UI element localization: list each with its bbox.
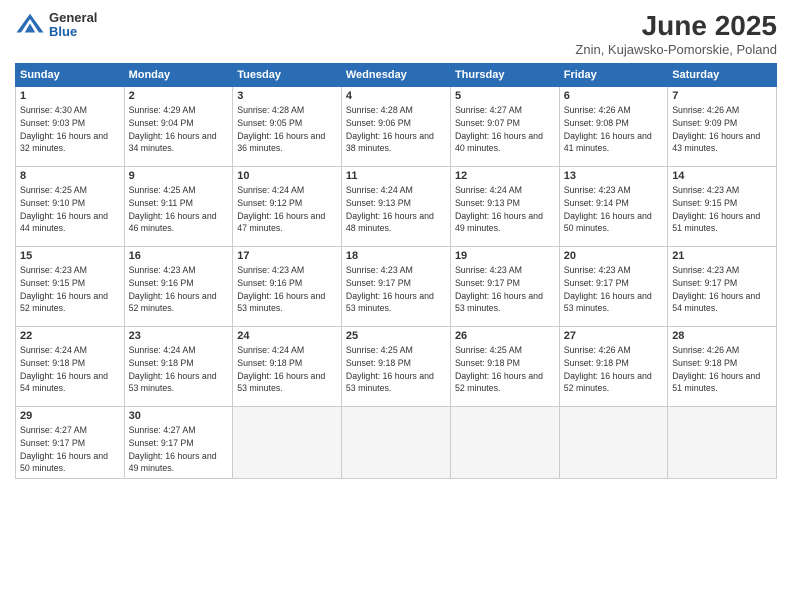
day-20: 20 Sunrise: 4:23 AMSunset: 9:17 PMDaylig…: [559, 247, 667, 327]
day-4: 4 Sunrise: 4:28 AMSunset: 9:06 PMDayligh…: [341, 87, 450, 167]
day-17: 17 Sunrise: 4:23 AMSunset: 9:16 PMDaylig…: [233, 247, 342, 327]
day-29: 29 Sunrise: 4:27 AMSunset: 9:17 PMDaylig…: [16, 407, 125, 479]
day-22: 22 Sunrise: 4:24 AMSunset: 9:18 PMDaylig…: [16, 327, 125, 407]
day-7: 7 Sunrise: 4:26 AMSunset: 9:09 PMDayligh…: [668, 87, 777, 167]
day-25: 25 Sunrise: 4:25 AMSunset: 9:18 PMDaylig…: [341, 327, 450, 407]
empty-cell-3: [450, 407, 559, 479]
header-thursday: Thursday: [450, 64, 559, 87]
day-9: 9 Sunrise: 4:25 AMSunset: 9:11 PMDayligh…: [124, 167, 233, 247]
empty-cell-2: [341, 407, 450, 479]
empty-cell-1: [233, 407, 342, 479]
header-friday: Friday: [559, 64, 667, 87]
day-12: 12 Sunrise: 4:24 AMSunset: 9:13 PMDaylig…: [450, 167, 559, 247]
empty-cell-4: [559, 407, 667, 479]
day-19: 19 Sunrise: 4:23 AMSunset: 9:17 PMDaylig…: [450, 247, 559, 327]
day-21: 21 Sunrise: 4:23 AMSunset: 9:17 PMDaylig…: [668, 247, 777, 327]
logo-text: General Blue: [49, 11, 97, 40]
week-row-3: 15 Sunrise: 4:23 AMSunset: 9:15 PMDaylig…: [16, 247, 777, 327]
calendar-page: General Blue June 2025 Znin, Kujawsko-Po…: [0, 0, 792, 612]
logo: General Blue: [15, 10, 97, 40]
calendar-table: Sunday Monday Tuesday Wednesday Thursday…: [15, 63, 777, 479]
logo-general: General: [49, 11, 97, 25]
header-wednesday: Wednesday: [341, 64, 450, 87]
title-area: June 2025 Znin, Kujawsko-Pomorskie, Pola…: [575, 10, 777, 57]
day-6: 6 Sunrise: 4:26 AMSunset: 9:08 PMDayligh…: [559, 87, 667, 167]
day-3: 3 Sunrise: 4:28 AMSunset: 9:05 PMDayligh…: [233, 87, 342, 167]
week-row-1: 1 Sunrise: 4:30 AMSunset: 9:03 PMDayligh…: [16, 87, 777, 167]
header-sunday: Sunday: [16, 64, 125, 87]
week-row-4: 22 Sunrise: 4:24 AMSunset: 9:18 PMDaylig…: [16, 327, 777, 407]
day-1: 1 Sunrise: 4:30 AMSunset: 9:03 PMDayligh…: [16, 87, 125, 167]
day-26: 26 Sunrise: 4:25 AMSunset: 9:18 PMDaylig…: [450, 327, 559, 407]
logo-blue: Blue: [49, 25, 97, 39]
day-14: 14 Sunrise: 4:23 AMSunset: 9:15 PMDaylig…: [668, 167, 777, 247]
day-15: 15 Sunrise: 4:23 AMSunset: 9:15 PMDaylig…: [16, 247, 125, 327]
location: Znin, Kujawsko-Pomorskie, Poland: [575, 42, 777, 57]
day-2: 2 Sunrise: 4:29 AMSunset: 9:04 PMDayligh…: [124, 87, 233, 167]
header-saturday: Saturday: [668, 64, 777, 87]
day-13: 13 Sunrise: 4:23 AMSunset: 9:14 PMDaylig…: [559, 167, 667, 247]
day-16: 16 Sunrise: 4:23 AMSunset: 9:16 PMDaylig…: [124, 247, 233, 327]
day-10: 10 Sunrise: 4:24 AMSunset: 9:12 PMDaylig…: [233, 167, 342, 247]
day-23: 23 Sunrise: 4:24 AMSunset: 9:18 PMDaylig…: [124, 327, 233, 407]
day-11: 11 Sunrise: 4:24 AMSunset: 9:13 PMDaylig…: [341, 167, 450, 247]
weekday-header-row: Sunday Monday Tuesday Wednesday Thursday…: [16, 64, 777, 87]
day-30: 30 Sunrise: 4:27 AMSunset: 9:17 PMDaylig…: [124, 407, 233, 479]
logo-icon: [15, 10, 45, 40]
day-5: 5 Sunrise: 4:27 AMSunset: 9:07 PMDayligh…: [450, 87, 559, 167]
day-28: 28 Sunrise: 4:26 AMSunset: 9:18 PMDaylig…: [668, 327, 777, 407]
day-8: 8 Sunrise: 4:25 AMSunset: 9:10 PMDayligh…: [16, 167, 125, 247]
header-tuesday: Tuesday: [233, 64, 342, 87]
header: General Blue June 2025 Znin, Kujawsko-Po…: [15, 10, 777, 57]
header-monday: Monday: [124, 64, 233, 87]
month-title: June 2025: [575, 10, 777, 42]
day-27: 27 Sunrise: 4:26 AMSunset: 9:18 PMDaylig…: [559, 327, 667, 407]
week-row-5: 29 Sunrise: 4:27 AMSunset: 9:17 PMDaylig…: [16, 407, 777, 479]
day-18: 18 Sunrise: 4:23 AMSunset: 9:17 PMDaylig…: [341, 247, 450, 327]
week-row-2: 8 Sunrise: 4:25 AMSunset: 9:10 PMDayligh…: [16, 167, 777, 247]
day-24: 24 Sunrise: 4:24 AMSunset: 9:18 PMDaylig…: [233, 327, 342, 407]
empty-cell-5: [668, 407, 777, 479]
